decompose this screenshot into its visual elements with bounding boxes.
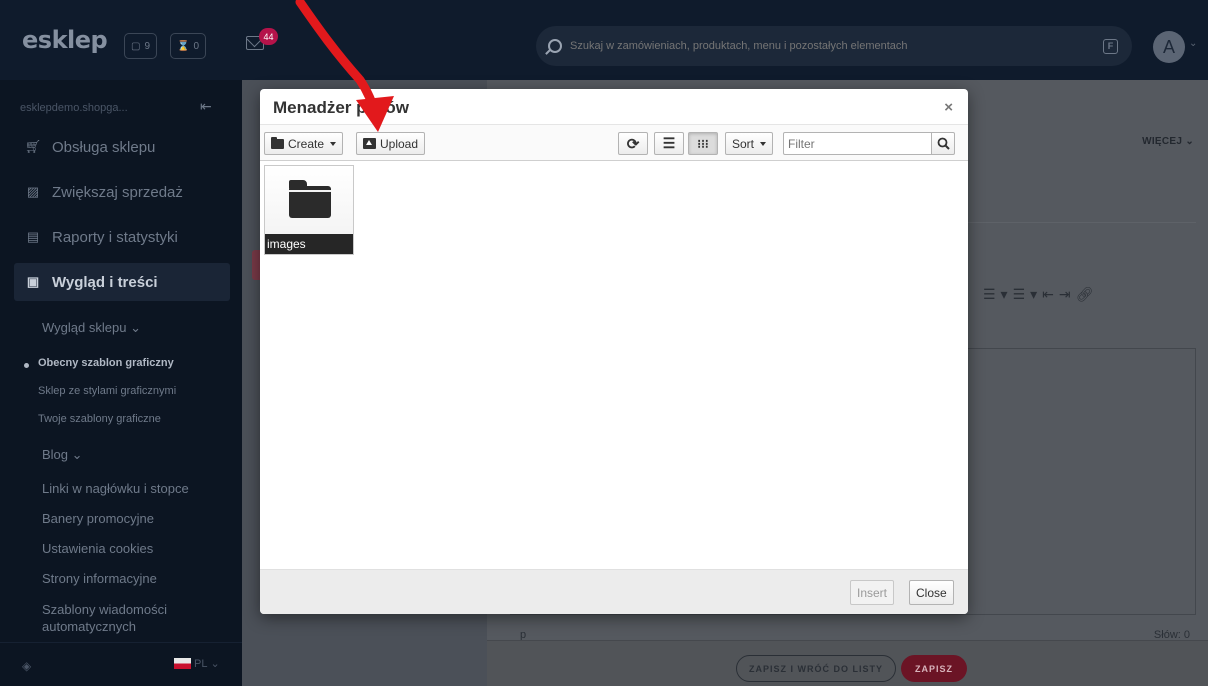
sidebar-sub-style-shop[interactable]: Sklep ze stylami graficznymi [38, 385, 176, 397]
sidebar-item-label: Zwiększaj sprzedaż [52, 183, 183, 201]
editor-toolbar: ☰▾☰▾⇤⇥🔗︎ [983, 286, 1098, 303]
sidebar-item-appearance[interactable]: ▣ Wygląd i treści [14, 263, 230, 301]
chevron-down-icon[interactable]: ⌄ [1189, 38, 1197, 49]
avatar[interactable]: A [1153, 31, 1185, 63]
cart-icon: 🛒︎ [24, 139, 42, 154]
upload-button[interactable]: Upload [356, 132, 426, 155]
shortcut-key-icon: F [1103, 38, 1118, 54]
grid-icon: ⁝⁝⁝ [697, 136, 709, 151]
sidebar-sub-info-pages[interactable]: Strony informacyjne [42, 571, 157, 586]
sidebar-sub-current-template[interactable]: Obecny szablon graficzny [38, 357, 174, 369]
filter-input[interactable] [783, 132, 932, 155]
new-folder-icon [271, 136, 284, 149]
sidebar: esklepdemo.shopga... ⇤ 🛒︎ Obsługa sklepu… [0, 80, 242, 686]
image-icon: ▣ [26, 274, 40, 289]
orders-counter[interactable]: ▢ 9 [124, 33, 158, 59]
shop-domain: esklepdemo.shopga... [20, 102, 128, 114]
sort-button[interactable]: Sort [725, 132, 774, 155]
close-button[interactable]: Close [909, 580, 954, 605]
folder-icon [289, 180, 331, 218]
chevron-down-icon: ⌄ [1185, 136, 1194, 147]
sidebar-sub-your-templates[interactable]: Twoje szablony graficzne [38, 413, 161, 425]
pending-counter[interactable]: ⌛ 0 [170, 33, 207, 59]
upload-label: Upload [380, 136, 419, 151]
file-manager-toolbar: Create Upload ⟳ ☰ ⁝⁝⁝ Sort [260, 125, 968, 161]
more-label: WIĘCEJ [1142, 136, 1183, 147]
filter-search-button[interactable] [931, 132, 955, 155]
insert-button[interactable]: Insert [850, 580, 895, 605]
pending-count: 0 [193, 40, 200, 52]
bullet-list-icon[interactable]: ☰▾ [983, 286, 1013, 302]
sidebar-item-label: Wygląd i treści [52, 273, 158, 291]
sort-label: Sort [732, 136, 755, 151]
logo[interactable]: esklep [22, 26, 108, 54]
poland-flag-icon [174, 658, 191, 669]
sidebar-item-label: Obsługa sklepu [52, 138, 156, 156]
file-list: images [260, 161, 968, 569]
search-input[interactable] [570, 40, 1103, 52]
active-dot [24, 363, 29, 368]
sidebar-sub-email-templates[interactable]: Szablony wiadomości automatycznych [42, 601, 212, 635]
numbered-list-icon[interactable]: ☰▾ [1013, 286, 1043, 302]
folder-tile[interactable]: images [264, 165, 354, 255]
upload-icon [363, 138, 376, 149]
document-icon: ▢ [131, 40, 141, 52]
sidebar-item-shop-service[interactable]: 🛒︎ Obsługa sklepu [14, 128, 230, 166]
top-bar: esklep ▢ 9 ⌛ 0 44 F A ⌄ [0, 0, 1208, 80]
link-icon[interactable]: 🔗︎ [1076, 286, 1099, 302]
sidebar-item-label: Raporty i statystyki [52, 228, 178, 246]
folder-name: images [265, 234, 353, 254]
global-search[interactable]: F [536, 26, 1132, 66]
report-icon: ▤ [26, 229, 40, 244]
collapse-sidebar-icon[interactable]: ⇤ [200, 98, 212, 115]
chevron-down-icon: ⌄ [130, 320, 141, 335]
modal-title: Menadżer plików [273, 98, 410, 117]
list-view-button[interactable]: ☰ [654, 132, 684, 155]
more-menu[interactable]: WIĘCEJ ⌄ [1142, 136, 1194, 147]
side-tab [252, 250, 260, 280]
chevron-down-icon: ⌄ [210, 658, 220, 670]
modal-header: Menadżer plików × [260, 89, 968, 125]
search-icon [548, 39, 562, 53]
language-selector[interactable]: PL ⌄ [174, 657, 220, 670]
sidebar-sub-header-links[interactable]: Linki w nagłówku i stopce [42, 481, 189, 496]
sidebar-footer: ◈ PL ⌄ [0, 642, 242, 686]
indent-icon[interactable]: ⇥ [1059, 286, 1076, 302]
create-button[interactable]: Create [264, 132, 344, 155]
caret-down-icon [330, 141, 337, 146]
chart-icon: ▨ [26, 184, 40, 199]
grid-view-button[interactable]: ⁝⁝⁝ [688, 132, 718, 155]
layers-icon[interactable]: ◈ [22, 659, 31, 673]
sidebar-item-increase-sales[interactable]: ▨ Zwiększaj sprzedaż [14, 173, 230, 211]
create-label: Create [288, 136, 325, 151]
caret-down-icon [760, 141, 767, 146]
refresh-button[interactable]: ⟳ [618, 132, 648, 155]
sidebar-sub-banners[interactable]: Banery promocyjne [42, 511, 154, 526]
file-manager-modal: Menadżer plików × Create Upload ⟳ ☰ ⁝⁝⁝ … [260, 89, 968, 614]
language-code: PL [194, 657, 208, 670]
close-icon[interactable]: × [944, 99, 953, 116]
list-icon: ☰ [662, 135, 676, 151]
sidebar-sub-label: Wygląd sklepu [42, 320, 127, 335]
messages-badge: 44 [259, 28, 278, 45]
outdent-icon[interactable]: ⇤ [1042, 286, 1059, 302]
sidebar-sub-blog[interactable]: Blog ⌄ [42, 447, 83, 463]
sidebar-sub-cookies[interactable]: Ustawienia cookies [42, 541, 153, 556]
save-and-back-button[interactable]: ZAPISZ I WRÓĆ DO LISTY [736, 655, 896, 682]
hourglass-icon: ⌛ [177, 40, 190, 52]
sidebar-sub-label: Blog [42, 447, 69, 462]
sidebar-sub-shop-appearance[interactable]: Wygląd sklepu ⌄ [42, 320, 141, 336]
search-icon [937, 137, 950, 150]
sidebar-item-reports[interactable]: ▤ Raporty i statystyki [14, 218, 230, 256]
orders-count: 9 [144, 40, 151, 52]
chevron-down-icon: ⌄ [71, 447, 83, 462]
refresh-icon: ⟳ [626, 135, 640, 153]
save-button[interactable]: ZAPISZ [901, 655, 967, 682]
modal-footer: Insert Close [260, 569, 968, 614]
